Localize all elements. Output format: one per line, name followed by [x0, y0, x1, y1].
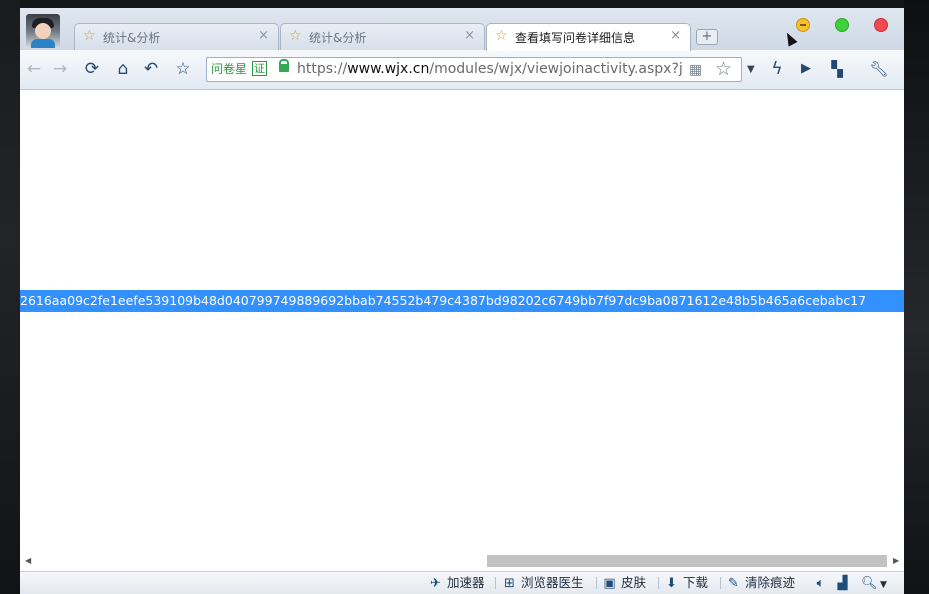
- undo-icon[interactable]: ↶: [142, 59, 160, 79]
- lock-icon: [279, 59, 289, 72]
- broom-icon: ✎: [728, 576, 739, 591]
- site-label: 问卷星: [211, 62, 248, 76]
- tab-strip: ☆ 统计&分析 × ☆ 统计&分析 × ☆ 查看填写问卷详细信息 × +: [20, 8, 904, 51]
- scroll-left-icon[interactable]: ◀: [25, 556, 31, 565]
- home-icon[interactable]: ⌂: [114, 59, 132, 79]
- extensions-grid-icon[interactable]: ▚: [828, 59, 846, 79]
- mouse-cursor-icon: [782, 30, 798, 47]
- volume-icon[interactable]: 🔈︎: [813, 575, 832, 592]
- browser-window: ☆ 统计&分析 × ☆ 统计&分析 × ☆ 查看填写问卷详细信息 × + ← →…: [20, 8, 904, 594]
- play-icon[interactable]: ▶: [797, 59, 815, 79]
- tab-1-label: 统计&分析: [103, 31, 161, 45]
- scrollbar-thumb[interactable]: [487, 555, 887, 567]
- close-icon[interactable]: ×: [258, 28, 269, 44]
- tab-3-active[interactable]: ☆ 查看填写问卷详细信息 ×: [486, 23, 691, 51]
- page-content: 2616aa09c2fe1eefe539109b48d0407997498896…: [20, 91, 904, 560]
- address-bar[interactable]: 问卷星 证 https://www.wjx.cn/modules/wjx/vie…: [206, 57, 755, 82]
- minimize-button[interactable]: [796, 18, 810, 32]
- back-arrow-icon[interactable]: ←: [25, 59, 43, 79]
- close-icon[interactable]: ×: [464, 28, 475, 44]
- speed-meter-icon[interactable]: ▟: [835, 575, 854, 592]
- qr-code-icon[interactable]: ▦: [689, 62, 702, 78]
- url-text[interactable]: https://www.wjx.cn/modules/wjx/viewjoina…: [297, 61, 682, 78]
- star-icon: ☆: [495, 28, 508, 44]
- close-icon[interactable]: ×: [670, 28, 681, 44]
- skin-button[interactable]: ▣ 皮肤: [602, 575, 646, 592]
- star-icon: ☆: [83, 28, 96, 44]
- tab-3-label: 查看填写问卷详细信息: [515, 31, 636, 45]
- download-icon: ⬇: [666, 576, 677, 591]
- desktop-background-left: [0, 0, 20, 594]
- horizontal-scrollbar[interactable]: ◀ ▶: [20, 552, 904, 569]
- chevron-down-icon[interactable]: ▼: [747, 63, 755, 77]
- new-tab-button[interactable]: +: [696, 29, 718, 45]
- rocket-icon: ✈: [430, 576, 441, 591]
- favorites-star-icon[interactable]: ☆: [173, 59, 193, 79]
- close-window-button[interactable]: [874, 18, 888, 32]
- maximize-button[interactable]: [835, 18, 849, 32]
- scroll-right-icon[interactable]: ▶: [893, 556, 899, 565]
- medical-kit-icon: ⊞: [504, 576, 515, 591]
- tab-2-label: 统计&分析: [309, 31, 367, 45]
- refresh-icon[interactable]: ⟳: [83, 59, 101, 79]
- star-icon: ☆: [289, 28, 302, 44]
- lightning-icon[interactable]: ϟ: [768, 59, 786, 79]
- tab-2[interactable]: ☆ 统计&分析 ×: [280, 23, 485, 50]
- desktop-background-right: [904, 0, 929, 594]
- bookmark-star-icon[interactable]: ☆: [715, 59, 732, 79]
- desktop-background-top: [20, 0, 904, 8]
- clear-history-button[interactable]: ✎ 清除痕迹: [726, 575, 795, 592]
- navigation-toolbar: ← → ⟳ ⌂ ↶ ☆ 问卷星 证 https://www.wjx.cn/mod…: [20, 50, 904, 90]
- shirt-icon: ▣: [603, 576, 616, 591]
- tab-1[interactable]: ☆ 统计&分析 ×: [74, 23, 279, 50]
- download-button[interactable]: ⬇ 下载: [664, 575, 708, 592]
- wrench-icon[interactable]: 🔧︎: [865, 59, 893, 79]
- zoom-icon[interactable]: 🔍︎ ▼: [861, 575, 887, 593]
- certificate-badge[interactable]: 证: [252, 61, 267, 76]
- user-avatar[interactable]: [26, 14, 60, 48]
- forward-arrow-icon[interactable]: →: [51, 59, 69, 79]
- browser-doctor-button[interactable]: ⊞ 浏览器医生: [502, 575, 583, 592]
- selected-hash-text[interactable]: 2616aa09c2fe1eefe539109b48d0407997498896…: [20, 290, 904, 312]
- status-bar: ✈ 加速器 ⊞ 浏览器医生 ▣ 皮肤 ⬇ 下载 ✎ 清除痕迹 🔈︎ ▟ 🔍︎ ▼: [20, 571, 904, 594]
- accelerator-button[interactable]: ✈ 加速器: [428, 575, 484, 592]
